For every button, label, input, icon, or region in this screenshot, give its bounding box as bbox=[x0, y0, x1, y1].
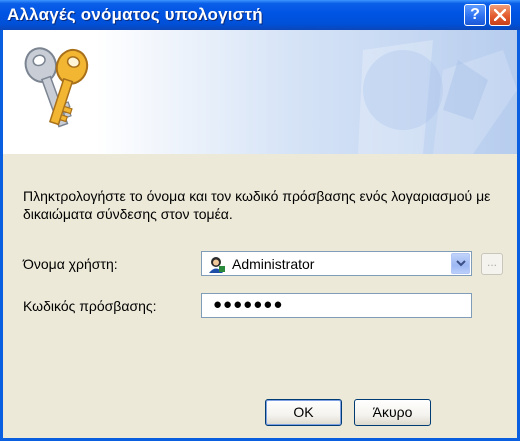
instructions-text: Πληκτρολογήστε το όνομα και τον κωδικό π… bbox=[23, 188, 491, 222]
chevron-down-icon bbox=[456, 260, 466, 267]
password-value: ●●●●●●● bbox=[213, 296, 284, 313]
ok-button[interactable]: OK bbox=[265, 399, 342, 426]
help-button[interactable]: ? bbox=[464, 4, 486, 26]
title-bar[interactable]: Αλλαγές ονόματος υπολογιστή ? bbox=[0, 0, 520, 30]
cancel-button[interactable]: Άκυρο bbox=[354, 399, 431, 426]
dialog-window: Αλλαγές ονόματος υπολογιστή ? Πληκτρολογ… bbox=[0, 0, 520, 441]
username-dropdown-button[interactable] bbox=[451, 253, 470, 274]
user-icon bbox=[209, 257, 225, 273]
password-label: Κωδικός πρόσβασης: bbox=[23, 298, 157, 314]
close-icon bbox=[494, 9, 506, 21]
username-label: Όνομα χρήστη: bbox=[23, 256, 118, 272]
dialog-content: Πληκτρολογήστε το όνομα και τον κωδικό π… bbox=[3, 154, 517, 438]
close-button[interactable] bbox=[489, 4, 511, 26]
username-select[interactable]: Administrator bbox=[201, 251, 472, 276]
password-field[interactable]: ●●●●●●● bbox=[201, 293, 472, 318]
header-banner bbox=[3, 30, 517, 154]
username-value: Administrator bbox=[232, 256, 315, 272]
browse-button[interactable]: ... bbox=[481, 253, 503, 275]
window-title: Αλλαγές ονόματος υπολογιστή bbox=[7, 5, 263, 24]
keys-icon bbox=[24, 47, 89, 128]
